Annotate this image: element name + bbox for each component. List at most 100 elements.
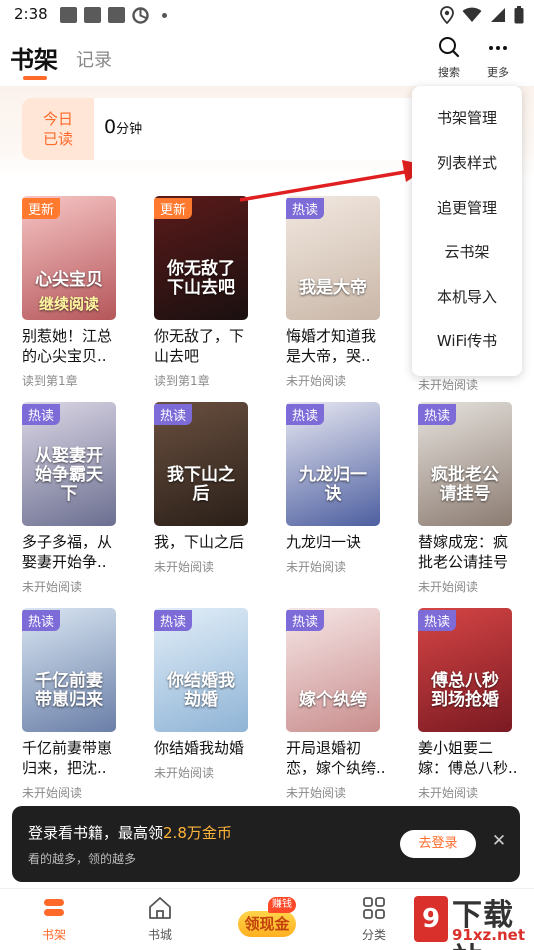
nav-bookstore-label: 书城 [147,928,172,942]
tab-history[interactable]: 记录 [76,46,112,72]
book-cover[interactable]: 更新 你无敌了下山去吧 [154,196,248,320]
book-read-status: 未开始阅读 [418,786,479,800]
book-cover[interactable]: 热读 你结婚我劫婚 [154,608,248,732]
book-title: 九龙归一诀 [286,533,362,551]
book-cover[interactable]: 热读 九龙归一诀 [286,402,380,526]
book-read-status: 未开始阅读 [286,560,347,574]
site-watermark: 9 下载站 91xz.net [414,888,534,950]
cover-title-art: 傅总八秒到场抢婚 [431,671,499,710]
more-dots-icon [489,46,507,50]
book-cover[interactable]: 热读我是大帝 [286,196,380,320]
watermark-logo: 9 [414,896,448,942]
nav-bookstore[interactable]: 书城 [130,895,190,943]
notification-dot-icon [162,13,167,18]
tab-active-indicator [23,76,47,80]
book-item[interactable]: 更新 你无敌了下山去吧你无敌了，下山去吧读到第1章 [154,196,264,389]
book-cover[interactable]: 热读千亿前妻带崽归来 [22,608,116,732]
menu-item-cloud-shelf[interactable]: 云书架 [412,241,522,262]
cover-title-art: 我下山之后 [167,465,235,504]
search-label: 搜索 [438,66,460,79]
minutes-value: 0 [104,116,117,138]
book-cover[interactable]: 热读从娶妻开始争霸天下 [22,402,116,526]
reading-stats-card[interactable]: 今日 已读 0分钟 [22,98,432,160]
cover-title-art: 千亿前妻带崽归来 [35,671,103,710]
status-time: 2:38 [14,5,48,23]
book-read-status: 读到第1章 [154,374,210,388]
menu-item-follow-manage[interactable]: 追更管理 [412,197,522,218]
book-read-status: 读到第1章 [22,374,78,388]
login-banner-subtitle: 看的越多，领的越多 [28,852,137,866]
book-read-status: 未开始阅读 [418,378,479,392]
cover-title-art: 嫁个纨绔 [299,690,367,710]
book-title: 你无敌了，下山去吧 [154,327,245,365]
book-cover[interactable]: 热读 疯批老公请挂号 [418,402,512,526]
book-title: 替嫁成宠：疯批老公请挂号 [418,533,509,571]
cash-label: 领现金 [238,911,296,937]
status-icons [440,6,524,24]
book-tag-badge: 更新 [22,198,61,219]
notification-icon [84,7,101,23]
book-item[interactable]: 热读 疯批老公请挂号 替嫁成宠：疯批老公请挂号 未开始阅读 [418,402,528,595]
book-tag-badge: 热读 [418,404,457,425]
book-tag-badge: 热读 [154,610,193,631]
continue-reading-label[interactable]: 继续阅读 [22,293,116,314]
top-tab-bar: 书架 记录 搜索 更多 [0,36,534,86]
minutes-unit: 分钟 [116,122,143,137]
more-button[interactable]: 更多 [478,36,518,80]
login-button[interactable]: 去登录 [400,830,476,858]
search-button[interactable]: 搜索 [429,36,469,80]
book-title: 别惹她！江总的心尖宝贝.. [22,327,113,365]
login-coin-amount: 2.8万金币 [163,824,232,842]
bookshelf-icon [44,899,64,916]
cover-title-art: 从娶妻开始争霸天下 [35,446,103,504]
search-icon [439,37,460,58]
notification-icon [60,7,77,23]
book-item[interactable]: 热读 嫁个纨绔 开局退婚初恋，嫁个纨绔.. 未开始阅读 [286,608,396,801]
book-read-status: 未开始阅读 [22,580,83,594]
cover-title-art: 心尖宝贝 [35,270,103,290]
book-read-status: 未开始阅读 [154,766,215,780]
book-tag-badge: 热读 [22,610,61,631]
today-read-badge: 今日 已读 [22,98,94,160]
nav-get-cash[interactable]: 领现金 赚钱 [238,897,298,937]
status-bar: 2:38 [0,0,534,30]
book-title: 悔婚才知道我是大帝，哭.. [286,327,377,365]
menu-item-wifi-transfer[interactable]: WiFi传书 [412,330,522,351]
cover-title-art: 九龙归一诀 [299,465,367,504]
close-icon[interactable]: ✕ [488,830,510,852]
nav-bookshelf[interactable]: 书架 [24,895,84,943]
book-tag-badge: 热读 [22,404,61,425]
home-icon [149,897,171,919]
read-label: 已读 [42,130,73,148]
menu-item-shelf-manage[interactable]: 书架管理 [412,107,522,128]
minutes-read: 0分钟 [104,116,142,138]
nav-category-label: 分类 [361,928,386,942]
nav-category[interactable]: 分类 [344,895,404,943]
book-item[interactable]: 更新心尖宝贝继续阅读别惹她！江总的心尖宝贝.. 读到第1章 [22,196,132,389]
signal-icon [491,8,505,22]
book-item[interactable]: 热读 你结婚我劫婚 你结婚我劫婚 未开始阅读 [154,608,264,781]
login-banner-title: 登录看书籍，最高领2.8万金币 [28,822,232,843]
book-item[interactable]: 热读 千亿前妻带崽归来 千亿前妻带崽归来，把沈.. 未开始阅读 [22,608,132,801]
book-cover[interactable]: 热读 我下山之后 [154,402,248,526]
wifi-icon [462,7,482,22]
menu-item-local-import[interactable]: 本机导入 [412,286,522,307]
book-item[interactable]: 热读 我下山之后 我，下山之后 未开始阅读 [154,402,264,575]
book-read-status: 未开始阅读 [154,560,215,574]
book-cover[interactable]: 热读 嫁个纨绔 [286,608,380,732]
book-item[interactable]: 热读 从娶妻开始争霸天下 多子多福，从娶妻开始争.. 未开始阅读 [22,402,132,595]
today-label: 今日 [42,110,73,128]
book-tag-badge: 热读 [286,198,325,219]
book-item[interactable]: 热读 九龙归一诀 九龙归一诀 未开始阅读 [286,402,396,575]
menu-item-list-style[interactable]: 列表样式 [412,152,522,173]
book-item[interactable]: 热读 我是大帝 悔婚才知道我是大帝，哭.. 未开始阅读 [286,196,396,389]
book-item[interactable]: 热读 傅总八秒到场抢婚姜小姐要二嫁：傅总八秒.. 未开始阅读 [418,608,528,801]
cover-title-art: 我是大帝 [299,278,367,298]
more-label: 更多 [487,66,509,79]
book-cover[interactable]: 更新心尖宝贝继续阅读 [22,196,116,320]
book-title: 开局退婚初恋，嫁个纨绔.. [286,739,386,777]
tab-bookshelf[interactable]: 书架 [10,40,58,75]
book-title: 姜小姐要二嫁：傅总八秒.. [418,739,518,777]
book-cover[interactable]: 热读 傅总八秒到场抢婚 [418,608,512,732]
category-grid-icon [363,897,385,919]
